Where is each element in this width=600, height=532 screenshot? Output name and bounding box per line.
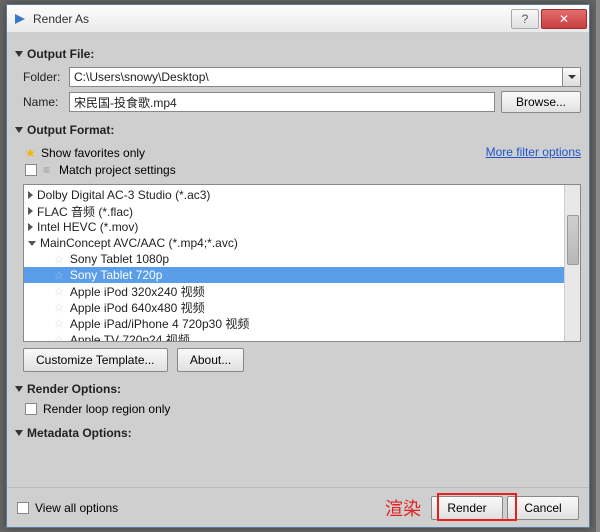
titlebar[interactable]: Render As ? ✕ (7, 5, 589, 33)
favorites-label: Show favorites only (41, 146, 145, 160)
view-all-checkbox[interactable] (17, 502, 29, 514)
format-template[interactable]: ☆Apple iPod 320x240 视频 (24, 283, 580, 299)
name-label: Name: (23, 95, 69, 109)
help-button[interactable]: ? (511, 9, 539, 29)
format-group[interactable]: MainConcept AVC/AAC (*.mp4;*.avc) (24, 235, 580, 251)
close-button[interactable]: ✕ (541, 9, 587, 29)
customize-template-button[interactable]: Customize Template... (23, 348, 168, 372)
output-format-label: Output Format: (27, 123, 114, 137)
scrollbar-thumb[interactable] (567, 215, 579, 265)
star-outline-icon: ☆ (54, 301, 64, 314)
folder-dropdown-button[interactable] (563, 67, 581, 87)
chevron-down-icon (15, 386, 23, 392)
star-outline-icon: ☆ (54, 333, 64, 343)
chevron-right-icon (28, 207, 33, 215)
star-outline-icon: ☆ (54, 253, 64, 266)
render-options-label: Render Options: (27, 382, 121, 396)
folder-input[interactable]: C:\Users\snowy\Desktop\ (69, 67, 563, 87)
chevron-down-icon (15, 430, 23, 436)
render-as-dialog: Render As ? ✕ Output File: Folder: C:\Us… (6, 4, 590, 528)
format-group[interactable]: Dolby Digital AC-3 Studio (*.ac3) (24, 187, 580, 203)
format-template[interactable]: ☆Sony Tablet 1080p (24, 251, 580, 267)
output-format-header[interactable]: Output Format: (15, 123, 581, 137)
about-button[interactable]: About... (177, 348, 244, 372)
chevron-down-icon (15, 127, 23, 133)
metadata-options-label: Metadata Options: (27, 426, 132, 440)
match-checkbox[interactable] (25, 164, 37, 176)
format-template[interactable]: ☆Apple iPod 640x480 视频 (24, 299, 580, 315)
star-outline-icon: ☆ (54, 269, 64, 282)
cancel-button[interactable]: Cancel (507, 496, 579, 520)
annotation-text: 渲染 (385, 495, 421, 521)
chevron-down-icon (28, 241, 36, 246)
chevron-right-icon (28, 223, 33, 231)
scrollbar[interactable] (564, 185, 580, 341)
format-template-selected[interactable]: ☆Sony Tablet 720p (24, 267, 580, 283)
format-template[interactable]: ☆Apple iPad/iPhone 4 720p30 视频 (24, 315, 580, 331)
dialog-footer: View all options 渲染 Render Cancel (7, 487, 589, 527)
loop-region-checkbox[interactable] (25, 403, 37, 415)
format-template[interactable]: ☆Apple TV 720p24 视频 (24, 331, 580, 342)
window-title: Render As (33, 12, 511, 26)
star-outline-icon: ☆ (54, 285, 64, 298)
chevron-right-icon (28, 191, 33, 199)
format-group[interactable]: FLAC 音频 (*.flac) (24, 203, 580, 219)
output-file-header[interactable]: Output File: (15, 47, 581, 61)
screen-edge (596, 0, 600, 532)
filter-icon: ≡ (43, 163, 53, 177)
format-group[interactable]: Intel HEVC (*.mov) (24, 219, 580, 235)
render-options-header[interactable]: Render Options: (15, 382, 581, 396)
name-input[interactable]: 宋民国-投食歌.mp4 (69, 92, 495, 112)
dialog-content: Output File: Folder: C:\Users\snowy\Desk… (7, 33, 589, 487)
chevron-down-icon (15, 51, 23, 57)
folder-label: Folder: (23, 70, 69, 84)
format-list[interactable]: Dolby Digital AC-3 Studio (*.ac3) FLAC 音… (23, 184, 581, 342)
close-icon: ✕ (559, 12, 569, 26)
loop-region-label: Render loop region only (43, 402, 170, 416)
output-file-label: Output File: (27, 47, 94, 61)
app-icon (13, 12, 27, 26)
browse-button[interactable]: Browse... (501, 91, 581, 113)
render-button[interactable]: Render (431, 496, 503, 520)
star-icon: ★ (25, 146, 35, 160)
match-label: Match project settings (59, 163, 176, 177)
more-filter-link[interactable]: More filter options (486, 145, 581, 159)
star-outline-icon: ☆ (54, 317, 64, 330)
metadata-options-header[interactable]: Metadata Options: (15, 426, 581, 440)
chevron-down-icon (568, 75, 576, 79)
view-all-label: View all options (35, 501, 118, 515)
